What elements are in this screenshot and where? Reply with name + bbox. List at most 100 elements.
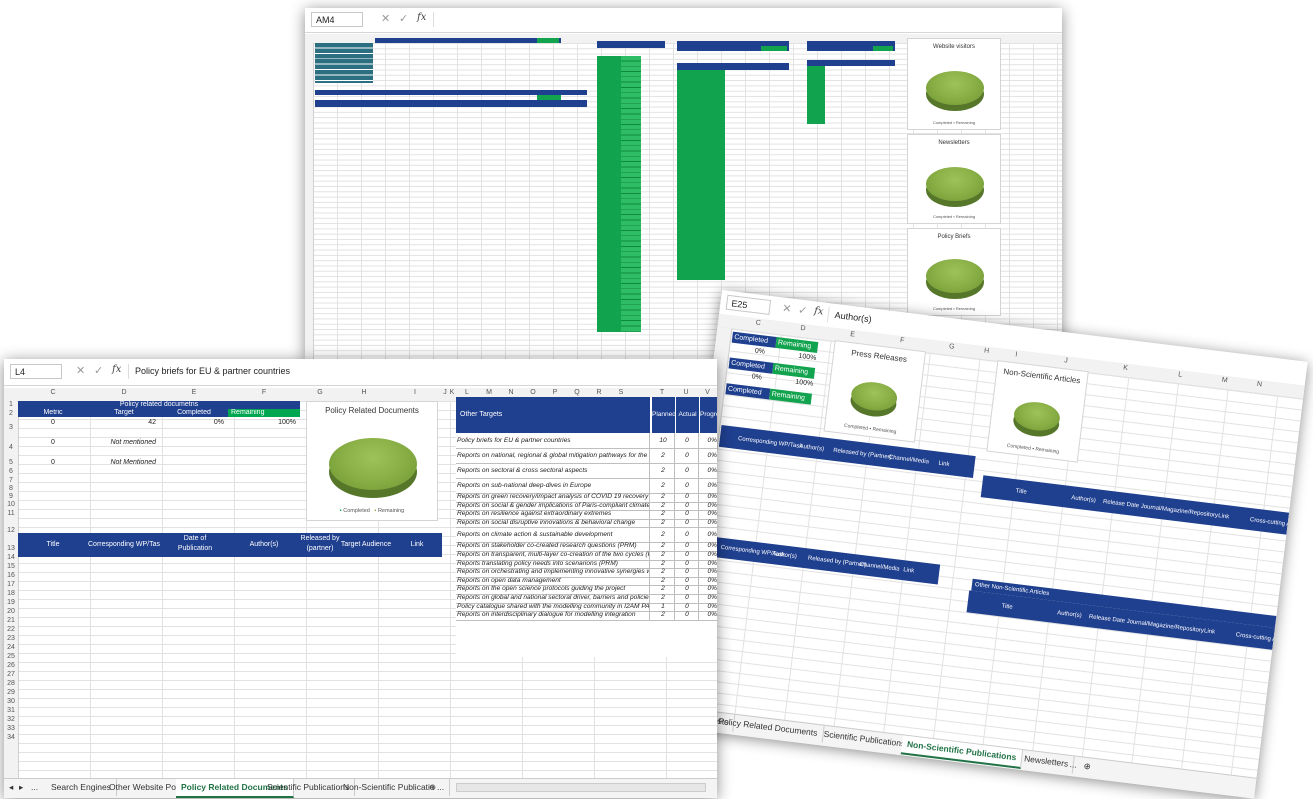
row-number[interactable]: 29 <box>4 688 18 697</box>
row-number[interactable]: 5 <box>4 458 18 468</box>
row-number[interactable]: 1 <box>4 401 18 409</box>
actual-value: 0 <box>676 433 699 448</box>
other-target-row[interactable]: Reports on sub-national deep-dives in Eu… <box>456 478 717 494</box>
row-number[interactable]: 14 <box>4 553 18 562</box>
row-number[interactable]: 32 <box>4 715 18 724</box>
function-icon[interactable]: fx <box>112 364 121 375</box>
row-number[interactable]: 4 <box>4 438 18 458</box>
name-box[interactable]: L4 <box>10 364 62 379</box>
cancel-icon[interactable]: ✕ <box>381 12 390 25</box>
metric-value[interactable]: 0 <box>18 438 88 447</box>
target-value[interactable]: Not Mentioned <box>88 458 160 467</box>
row-number[interactable]: 13 <box>4 544 18 553</box>
row-number[interactable]: 26 <box>4 661 18 670</box>
row-number[interactable]: 23 <box>4 634 18 643</box>
enter-icon[interactable]: ✓ <box>399 12 408 25</box>
row-number[interactable]: 27 <box>4 670 18 679</box>
pie-slice-remaining <box>926 259 984 293</box>
deliverable-header <box>597 41 665 48</box>
row-number[interactable]: 2 <box>4 409 18 418</box>
row-number[interactable]: 12 <box>4 518 18 544</box>
progress-value: 0% <box>707 576 717 584</box>
progress-value: 0% <box>707 467 717 474</box>
cancel-icon[interactable]: ✕ <box>781 302 792 316</box>
other-targets-header: Other Targets <box>456 397 650 433</box>
newsletter-list <box>677 70 725 280</box>
row-number[interactable]: 24 <box>4 643 18 652</box>
target-label: Reports on sub-national deep-dives in Eu… <box>457 478 650 493</box>
actual-value: 0 <box>676 463 699 478</box>
row-number[interactable]: 9 <box>4 493 18 501</box>
row-number[interactable]: 6 <box>4 468 18 476</box>
row-number[interactable]: 10 <box>4 501 18 509</box>
actual-value: 0 <box>676 576 699 586</box>
planned-value: 2 <box>652 527 675 543</box>
metric-value[interactable]: 0 <box>18 458 88 467</box>
planned-value: 2 <box>652 518 675 528</box>
other-target-row[interactable]: Policy briefs for EU & partner countries… <box>456 433 717 449</box>
row-number[interactable]: 30 <box>4 697 18 706</box>
other-target-row[interactable]: Reports on climate action & sustainable … <box>456 527 717 544</box>
metric-value[interactable]: 0 <box>18 418 88 427</box>
newsletters-chart[interactable]: Newsletters Completed ▪ Remaining <box>907 134 1001 224</box>
row-number[interactable]: 20 <box>4 607 18 616</box>
actual-value: 0 <box>676 594 699 603</box>
horizontal-scrollbar[interactable] <box>456 783 706 792</box>
policy-related-documents-chart[interactable]: Policy Related Documents ▪ Completed ▪ R… <box>306 401 438 521</box>
row-number[interactable]: 28 <box>4 679 18 688</box>
row-number[interactable]: 25 <box>4 652 18 661</box>
policy-briefs-chart[interactable]: Policy Briefs Completed ▪ Remaining <box>907 228 1001 316</box>
planned-value: 10 <box>652 433 675 448</box>
enter-icon[interactable]: ✓ <box>797 303 808 317</box>
target-label: Reports on climate action & sustainable … <box>457 527 650 543</box>
planned-value: 2 <box>652 611 675 620</box>
header-target: Target <box>114 409 134 416</box>
row-number[interactable]: 19 <box>4 598 18 607</box>
pie-slice-remaining <box>329 438 417 490</box>
visitors-metric-column <box>315 43 373 83</box>
target-label: Reports on orchestrating and implementin… <box>457 568 650 577</box>
enter-icon[interactable]: ✓ <box>94 364 103 377</box>
cancel-icon[interactable]: ✕ <box>76 364 85 377</box>
other-target-row[interactable]: Reports on sectoral & cross sectoral asp… <box>456 463 717 479</box>
actual-value: 0 <box>676 568 699 577</box>
planned-value: 2 <box>652 501 675 511</box>
row-number[interactable]: 33 <box>4 724 18 733</box>
row-number[interactable]: 34 <box>4 733 18 742</box>
function-icon[interactable]: fx <box>417 12 426 23</box>
formula-input[interactable] <box>433 12 1058 27</box>
row-number[interactable]: 15 <box>4 562 18 571</box>
header-remaining: Remaining <box>228 409 300 417</box>
row-number[interactable]: 8 <box>4 485 18 493</box>
other-target-row[interactable]: Reports on national, regional & global m… <box>456 448 717 464</box>
website-visitors-chart[interactable]: Website visitors Completed ▪ Remaining <box>907 38 1001 130</box>
row-number[interactable]: 21 <box>4 616 18 625</box>
other-target-row[interactable]: Reports on interdisciplinary dialogue fo… <box>456 611 717 621</box>
row-number[interactable]: 31 <box>4 706 18 715</box>
newsletter-columns <box>677 63 789 70</box>
row-number[interactable]: 18 <box>4 589 18 598</box>
function-icon[interactable]: fx <box>813 305 824 317</box>
row-number[interactable]: 17 <box>4 580 18 589</box>
row-number[interactable]: 7 <box>4 476 18 485</box>
completed-value[interactable]: 0% <box>160 418 228 427</box>
non-scientific-articles-chart[interactable]: Non-Scientific Articles Completed ▪ Rema… <box>986 360 1089 463</box>
row-number[interactable]: 3 <box>4 418 18 438</box>
row-number[interactable]: 22 <box>4 625 18 634</box>
add-sheet-icon[interactable]: ⊕ <box>1078 757 1097 776</box>
name-box[interactable]: E25 <box>725 294 772 315</box>
remaining-value: 100% <box>798 352 817 362</box>
planned-header: Planned # <box>652 397 675 433</box>
row-number[interactable]: 16 <box>4 571 18 580</box>
add-sheet-icon[interactable]: ⊕ <box>424 779 441 796</box>
row-number[interactable]: 11 <box>4 509 18 518</box>
target-value[interactable]: 42 <box>88 418 160 427</box>
target-label: Reports on national, regional & global m… <box>457 448 650 463</box>
remaining-value[interactable]: 100% <box>228 418 300 427</box>
name-box[interactable]: AM4 <box>311 12 363 27</box>
header-released-by: Released by (partner) <box>300 535 340 552</box>
target-value[interactable]: Not mentioned <box>88 438 160 447</box>
more-tabs[interactable]: ... <box>26 779 43 796</box>
press-releases-chart[interactable]: Press Releases Completed ▪ Remaining <box>823 340 927 443</box>
formula-input[interactable]: Policy briefs for EU & partner countries <box>128 364 713 379</box>
